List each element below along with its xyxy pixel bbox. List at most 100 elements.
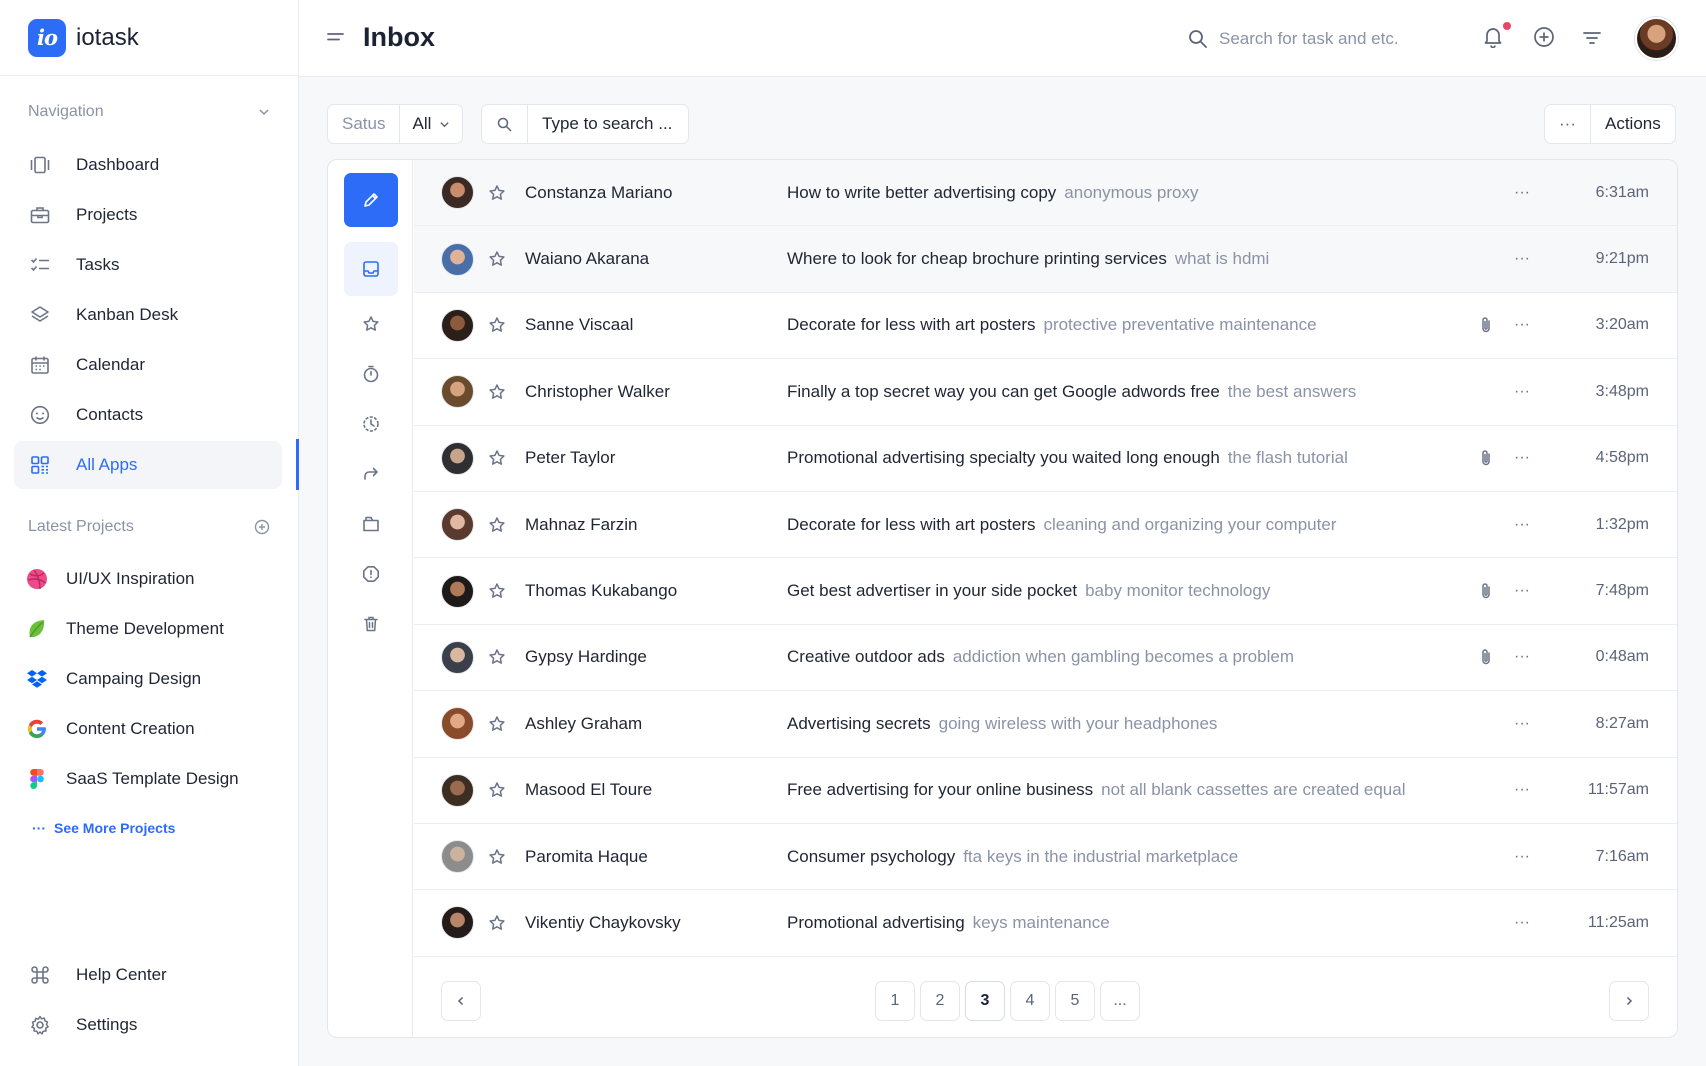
compose-button[interactable] [344,173,398,227]
star-icon[interactable] [488,250,506,268]
page-button-2[interactable]: 2 [920,981,960,1021]
row-more-button[interactable]: ··· [1514,648,1530,666]
star-icon[interactable] [488,648,506,666]
subject-text: Creative outdoor ads [787,647,945,667]
sidebar-item-label: Calendar [76,355,145,374]
brand[interactable]: io iotask [0,0,298,76]
message-row[interactable]: Constanza Mariano How to write better adv… [414,160,1677,227]
message-row[interactable]: Ashley Graham Advertising secrets going wi… [414,691,1677,758]
sender-name: Mahnaz Farzin [525,514,638,534]
navigation-heading-label: Navigation [28,103,104,120]
sidebar-item-contacts[interactable]: Contacts [14,391,282,439]
snoozed-folder-button[interactable] [344,347,398,401]
star-icon[interactable] [488,914,506,932]
row-more-button[interactable]: ··· [1514,449,1530,467]
inbox-folder-button[interactable] [344,242,398,296]
actions-group: ··· Actions [1544,104,1676,144]
message-row[interactable]: Peter Taylor Promotional advertising spec… [414,426,1677,492]
google-icon [28,719,46,739]
actions-button[interactable]: Actions [1591,114,1675,134]
row-more-button[interactable]: ··· [1514,316,1530,334]
row-more-button[interactable]: ··· [1514,715,1530,733]
status-select[interactable]: All [400,114,462,134]
sent-folder-button[interactable] [344,447,398,501]
star-icon[interactable] [488,781,506,799]
drafts-folder-button[interactable] [344,497,398,551]
row-more-button[interactable]: ··· [1514,914,1530,932]
star-icon[interactable] [488,715,506,733]
sidebar-item-calendar[interactable]: Calendar [14,341,282,389]
star-icon[interactable] [488,848,506,866]
star-icon[interactable] [488,383,506,401]
spam-folder-button[interactable] [344,547,398,601]
user-avatar[interactable] [1635,17,1678,60]
sidebar-item-settings[interactable]: Settings [14,1001,282,1049]
message-row[interactable]: Sanne Viscaal Decorate for less with art … [414,293,1677,360]
message-subject: Decorate for less with art posters cleani… [787,515,1336,535]
row-more-button[interactable]: ··· [1514,184,1530,202]
page-button-3[interactable]: 3 [965,981,1005,1021]
bell-icon[interactable] [1483,26,1503,48]
row-more-button[interactable]: ··· [1514,781,1530,799]
star-icon[interactable] [488,184,506,202]
menu-icon[interactable] [327,30,345,44]
list-search-input[interactable] [528,114,688,134]
filter-icon[interactable] [1582,30,1602,46]
project-item-campaing[interactable]: Campaing Design [26,664,201,694]
row-more-button[interactable]: ··· [1514,848,1530,866]
star-icon[interactable] [488,449,506,467]
dribbble-icon [27,569,47,590]
message-row[interactable]: Mahnaz Farzin Decorate for less with art … [414,492,1677,559]
page-title: Inbox [363,22,435,52]
next-page-button[interactable] [1609,981,1649,1021]
message-row[interactable]: Christopher Walker Finally a top secret w… [414,359,1677,426]
global-search-input[interactable] [1219,24,1469,54]
page-ellipsis-button[interactable]: ... [1100,981,1140,1021]
row-more-button[interactable]: ··· [1514,250,1530,268]
project-item-content[interactable]: Content Creation [26,714,195,744]
project-item-uiux[interactable]: UI/UX Inspiration [26,564,195,594]
row-more-button[interactable]: ··· [1514,516,1530,534]
starred-folder-button[interactable] [344,297,398,351]
star-icon[interactable] [488,516,506,534]
forward-icon [364,467,378,480]
page-button-4[interactable]: 4 [1010,981,1050,1021]
trash-folder-button[interactable] [344,597,398,651]
see-more-projects-link[interactable]: ··· See More Projects [32,820,175,836]
sender-avatar [441,308,474,342]
scheduled-folder-button[interactable] [344,397,398,451]
row-more-button[interactable]: ··· [1514,582,1530,600]
project-item-theme[interactable]: Theme Development [26,614,224,644]
sidebar-item-label: Tasks [76,255,120,274]
sidebar-item-help-center[interactable]: Help Center [14,951,282,999]
message-subject: Promotional advertising keys maintenance [787,913,1110,933]
page-button-5[interactable]: 5 [1055,981,1095,1021]
page-button-1[interactable]: 1 [875,981,915,1021]
more-options-button[interactable]: ··· [1545,105,1591,143]
star-icon[interactable] [488,582,506,600]
row-more-button[interactable]: ··· [1514,383,1530,401]
add-project-icon[interactable] [254,519,270,535]
status-filter[interactable]: Satus All [327,104,464,144]
star-icon[interactable] [488,316,506,334]
message-row[interactable]: Paromita Haque Consumer psychology fta key… [414,824,1677,891]
sidebar-item-dashboard[interactable]: Dashboard [14,141,282,189]
sender-name: Gypsy Hardinge [525,647,647,667]
message-row[interactable]: Vikentiy Chaykovsky Promotional advertisi… [414,890,1677,957]
notification-badge [1503,22,1511,30]
message-row[interactable]: Thomas Kukabango Get best advertiser in y… [414,558,1677,625]
sender-name: Thomas Kukabango [525,581,678,601]
message-row[interactable]: Masood El Toure Free advertising for your… [414,758,1677,824]
sidebar-item-kanban[interactable]: Kanban Desk [14,291,282,339]
active-indicator [296,439,299,490]
sidebar-item-all-apps[interactable]: All Apps [14,441,282,489]
prev-page-button[interactable] [441,981,481,1021]
sidebar-item-projects[interactable]: Projects [14,191,282,239]
project-item-saas[interactable]: SaaS Template Design [26,764,239,794]
message-row[interactable]: Waiano Akarana Where to look for cheap br… [414,226,1677,293]
add-circle-icon[interactable] [1533,26,1555,48]
navigation-heading[interactable]: Navigation [28,103,270,121]
message-row[interactable]: Gypsy Hardinge Creative outdoor ads addict… [414,625,1677,692]
trash-icon [364,616,378,632]
sidebar-item-tasks[interactable]: Tasks [14,241,282,289]
